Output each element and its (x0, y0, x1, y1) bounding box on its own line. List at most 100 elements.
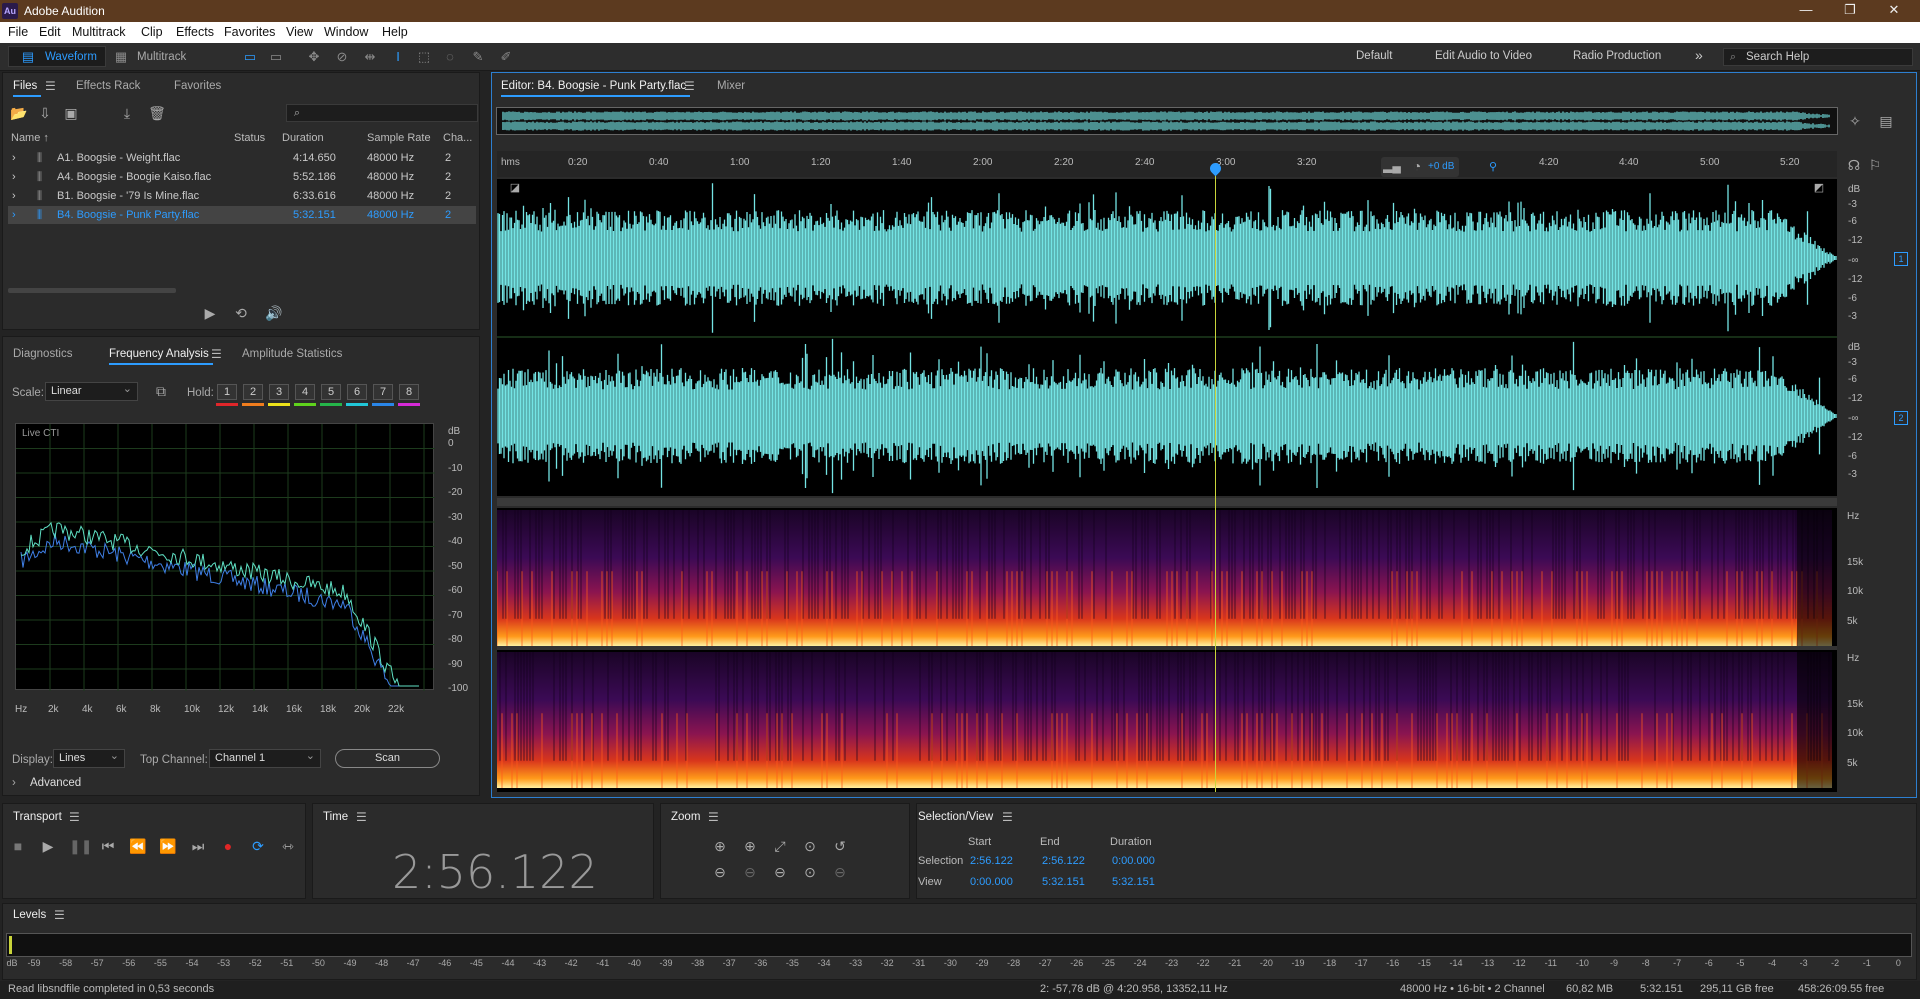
copy-graph-icon[interactable]: ⧉ (152, 382, 170, 400)
workspace-radio-production[interactable]: Radio Production (1573, 50, 1661, 62)
zoom-out-full-icon[interactable]: ⤢ (771, 837, 789, 855)
waveform-display[interactable] (497, 179, 1837, 496)
move-to-start-icon[interactable]: ⏮ (99, 837, 117, 855)
transport-menu-icon[interactable]: ☰ (69, 810, 80, 824)
zoom-selection-out-icon[interactable]: ⊖ (831, 863, 849, 881)
expand-chevron-icon[interactable]: › (12, 152, 16, 164)
file-row[interactable]: › ⫼ B1. Boogsie - '79 Is Mine.flac 6:33.… (8, 187, 476, 205)
spot-healing-icon[interactable]: ✐ (498, 49, 514, 65)
zoom-fit-icon[interactable]: ⊙ (801, 863, 819, 881)
new-file-icon[interactable]: ▣ (62, 104, 80, 122)
zoom-reset-icon[interactable]: ↺ (831, 837, 849, 855)
time-display[interactable]: 2:56.122 (392, 845, 598, 899)
scale-dropdown[interactable]: Linear (45, 381, 138, 401)
time-menu-icon[interactable]: ☰ (356, 810, 367, 824)
menu-window[interactable]: Window (324, 25, 368, 39)
multitrack-button[interactable]: Multitrack (137, 48, 186, 66)
file-row[interactable]: › ⫼ A4. Boogsie - Boogie Kaiso.flac 5:52… (8, 168, 476, 186)
expand-chevron-icon[interactable]: › (12, 209, 16, 221)
maximize-button[interactable]: ❐ (1830, 2, 1870, 18)
menu-help[interactable]: Help (382, 25, 408, 39)
fast-forward-icon[interactable]: ⏩ (159, 837, 177, 855)
top-channel-dropdown[interactable]: Channel 1 (209, 748, 321, 768)
workspace-edit-audio-to-video[interactable]: Edit Audio to Video (1435, 50, 1532, 62)
hold-button-2[interactable]: 2 (243, 384, 263, 400)
selection-end[interactable]: 2:56.122 (1042, 855, 1085, 867)
overview-bar[interactable] (496, 107, 1838, 135)
advanced-toggle[interactable]: Advanced (30, 777, 81, 789)
view-duration[interactable]: 5:32.151 (1112, 876, 1155, 888)
files-panel-menu-icon[interactable]: ☰ (45, 79, 56, 93)
open-file-icon[interactable]: 📂 (10, 104, 28, 122)
minimize-button[interactable]: — (1786, 2, 1826, 17)
hold-button-4[interactable]: 4 (295, 384, 315, 400)
editor-menu-icon[interactable]: ☰ (684, 79, 695, 93)
play-preview-icon[interactable]: ▶ (201, 304, 219, 322)
hold-button-5[interactable]: 5 (321, 384, 341, 400)
marker-pin-icon[interactable]: ⚐ (1866, 156, 1884, 174)
skip-selection-icon[interactable]: ⇿ (279, 837, 297, 855)
lasso-tool-icon[interactable]: ◌ (442, 49, 458, 65)
close-file-icon[interactable]: 🗑 (148, 104, 166, 122)
rewind-icon[interactable]: ⏪ (129, 837, 147, 855)
levels-menu-icon[interactable]: ☰ (54, 908, 65, 922)
col-name[interactable]: Name ↑ (11, 132, 49, 144)
spectral-display[interactable] (496, 508, 1837, 792)
view-start[interactable]: 0:00.000 (970, 876, 1013, 888)
files-search-input[interactable] (286, 104, 478, 122)
razor-tool-icon[interactable]: ⊘ (334, 49, 350, 65)
scan-button[interactable]: Scan (335, 749, 440, 768)
file-row-selected[interactable]: › ⫼ B4. Boogsie - Punk Party.flac 5:32.1… (8, 206, 476, 224)
slip-tool-icon[interactable]: ⇹ (362, 49, 378, 65)
zoom-in-point-icon[interactable]: ⊖ (771, 863, 789, 881)
view-end[interactable]: 5:32.151 (1042, 876, 1085, 888)
close-button[interactable]: ✕ (1874, 2, 1914, 18)
file-row[interactable]: › ⫼ A1. Boogsie - Weight.flac 4:14.650 4… (8, 149, 476, 167)
expand-chevron-icon[interactable]: › (12, 190, 16, 202)
selection-start[interactable]: 2:56.122 (970, 855, 1013, 867)
brush-tool-icon[interactable]: ✎ (470, 49, 486, 65)
display-dropdown[interactable]: Lines (53, 748, 125, 768)
move-tool-icon[interactable]: ✥ (306, 49, 322, 65)
stop-icon[interactable]: ■ (9, 837, 27, 855)
playhead[interactable] (1214, 163, 1216, 792)
hold-button-3[interactable]: 3 (269, 384, 289, 400)
selection-view-menu-icon[interactable]: ☰ (1002, 810, 1013, 824)
menu-file[interactable]: File (8, 25, 28, 39)
tab-diagnostics[interactable]: Diagnostics (13, 348, 72, 360)
frequency-panel-menu-icon[interactable]: ☰ (211, 347, 222, 361)
loop-playback-icon[interactable]: ⟳ (249, 837, 267, 855)
tab-mixer[interactable]: Mixer (717, 80, 745, 92)
spectral-view-icon[interactable]: ▭ (268, 49, 284, 65)
autoplay-icon[interactable]: 🔊 (265, 304, 283, 322)
menu-clip[interactable]: Clip (141, 25, 163, 39)
headphones-icon[interactable]: ☊ (1845, 156, 1863, 174)
col-status[interactable]: Status (234, 132, 265, 144)
zoom-in-amplitude-icon[interactable]: ⊕ (711, 837, 729, 855)
col-channels[interactable]: Cha... (443, 132, 472, 144)
zoom-in-time-icon[interactable]: ⊕ (741, 837, 759, 855)
waveform-view-icon[interactable]: ▭ (242, 49, 258, 65)
waveform-expand-icon[interactable]: ◩ (1810, 179, 1828, 197)
advanced-chevron-icon[interactable]: › (12, 777, 16, 789)
waveform-corner-icon[interactable]: ◪ (506, 179, 524, 197)
loop-preview-icon[interactable]: ⟲ (232, 304, 250, 322)
pause-icon[interactable]: ❚❚ (69, 837, 92, 855)
play-icon[interactable]: ▶ (39, 837, 57, 855)
tab-effects-rack[interactable]: Effects Rack (76, 80, 140, 92)
menu-view[interactable]: View (286, 25, 313, 39)
menu-multitrack[interactable]: Multitrack (72, 25, 125, 39)
time-selection-tool-icon[interactable]: I (390, 49, 406, 65)
channel-2-badge[interactable]: 2 (1894, 411, 1908, 425)
move-to-end-icon[interactable]: ⏭ (189, 837, 207, 855)
zoom-cursor-icon[interactable]: ✧ (1846, 112, 1864, 130)
hold-button-7[interactable]: 7 (373, 384, 393, 400)
channel-1-badge[interactable]: 1 (1894, 252, 1908, 266)
pin-icon[interactable]: ⚲ (1484, 158, 1502, 176)
hold-button-6[interactable]: 6 (347, 384, 367, 400)
tab-amplitude-statistics[interactable]: Amplitude Statistics (242, 348, 342, 360)
workspace-default[interactable]: Default (1356, 50, 1392, 62)
record-icon[interactable]: ● (219, 837, 237, 855)
import-file-icon[interactable]: ⇩ (36, 104, 54, 122)
selection-duration[interactable]: 0:00.000 (1112, 855, 1155, 867)
